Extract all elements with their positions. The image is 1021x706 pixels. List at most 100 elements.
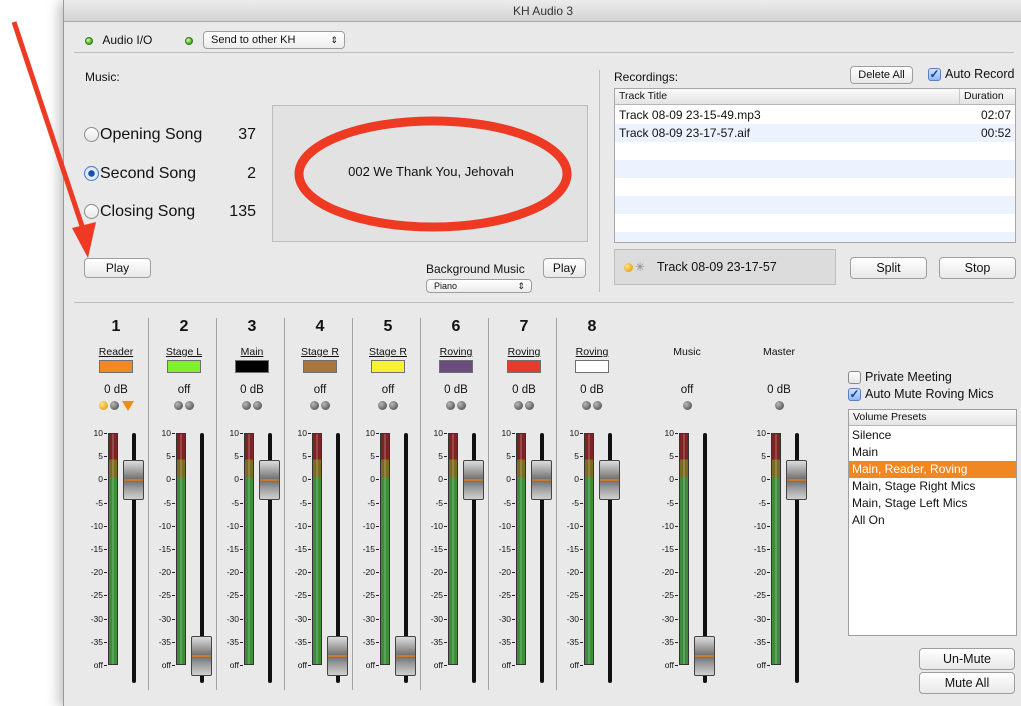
fader-knob[interactable] xyxy=(123,460,144,500)
scale-tick-label: 0 xyxy=(669,474,674,485)
channel-color-swatch[interactable] xyxy=(303,360,337,373)
table-row[interactable]: Track 08-09 23-15-49.mp3 02:07 xyxy=(615,106,1015,124)
level-meter xyxy=(312,433,322,665)
send-select-value: Send to other KH xyxy=(211,34,296,46)
preset-item-selected[interactable]: Main, Reader, Roving xyxy=(849,461,1016,478)
private-meeting-label: Private Meeting xyxy=(865,370,952,384)
delete-all-button[interactable]: Delete All xyxy=(850,66,913,84)
scale-tick-label: 5 xyxy=(669,451,674,462)
scale-tick-label: -30 xyxy=(753,613,766,624)
channel-color-swatch[interactable] xyxy=(507,360,541,373)
fader-knob[interactable] xyxy=(191,636,212,676)
send-to-other-select[interactable]: Send to other KH ⇕ xyxy=(203,31,345,49)
preset-item[interactable]: Silence xyxy=(849,427,1016,444)
scale-tick-label: -30 xyxy=(226,613,239,624)
scale-tick-label: -20 xyxy=(430,567,443,578)
auto-record-checkbox[interactable]: ✓ xyxy=(928,68,941,81)
channel-strip-1: 1 Reader 0 dB 10 5 0 -5 -10 -15 -20 -25 -30 -35 off xyxy=(83,318,149,690)
scale-tick-label: 5 xyxy=(506,451,511,462)
scale-tick-label: -30 xyxy=(430,613,443,624)
fader-knob[interactable] xyxy=(463,460,484,500)
private-meeting-checkbox[interactable] xyxy=(848,371,861,384)
scale-tick-label: -20 xyxy=(362,567,375,578)
level-meter xyxy=(380,433,390,665)
scale-tick-label: -5 xyxy=(666,497,674,508)
current-recording-panel: ✳ Track 08-09 23-17-57 xyxy=(614,249,836,285)
scale-tick-label: -15 xyxy=(566,544,579,554)
channel-color-swatch[interactable] xyxy=(99,360,133,373)
background-music-select[interactable]: Piano ⇕ xyxy=(426,279,532,293)
channel-strip-4: 4 Stage R off 10 5 0 -5 -10 -15 -20 -25 -30 -35 off xyxy=(287,318,353,690)
channel-color-swatch[interactable] xyxy=(167,360,201,373)
scale-tick-label: -5 xyxy=(571,497,579,508)
scale-tick-label: 0 xyxy=(234,474,239,485)
scale-tick-label: off xyxy=(365,660,375,670)
recordings-table[interactable]: Track Title Duration Track 08-09 23-15-4… xyxy=(614,88,1016,243)
channel-indicators xyxy=(746,400,812,411)
fader-knob[interactable] xyxy=(531,460,552,500)
fader-knob[interactable] xyxy=(599,460,620,500)
scale-tick-label: 0 xyxy=(370,474,375,485)
level-meter xyxy=(108,433,118,665)
auto-mute-checkbox[interactable]: ✓ xyxy=(848,388,861,401)
track-title: Track 08-09 23-17-57.aif xyxy=(619,126,750,140)
preset-item[interactable]: Main, Stage Right Mics xyxy=(849,478,1016,495)
scale-tick-label: -10 xyxy=(158,520,171,531)
scale-tick-label: 0 xyxy=(302,474,307,485)
preset-item[interactable]: Main, Stage Left Mics xyxy=(849,495,1016,512)
split-button[interactable]: Split xyxy=(850,257,927,279)
fader-knob[interactable] xyxy=(786,460,807,500)
channel-name: Roving xyxy=(507,346,541,358)
scale-tick-label: 5 xyxy=(370,451,375,462)
channel-color-swatch[interactable] xyxy=(575,360,609,373)
fader-knob[interactable] xyxy=(694,636,715,676)
channel-color-swatch[interactable] xyxy=(371,360,405,373)
signal-led-icon xyxy=(321,401,330,411)
current-track-label: Track 08-09 23-17-57 xyxy=(657,260,777,274)
column-header-duration[interactable]: Duration xyxy=(960,89,1015,105)
signal-led-icon xyxy=(774,401,784,411)
scale-tick-label: -10 xyxy=(90,520,103,531)
volume-presets-list[interactable]: Volume Presets Silence Main Main, Reader… xyxy=(848,409,1017,636)
scale-tick-label: -15 xyxy=(158,544,171,554)
db-scale: 10 5 0 -5 -10 -15 -20 -25 -30 -35 off xyxy=(559,429,583,673)
channel-name: Reader xyxy=(98,346,134,358)
stop-button[interactable]: Stop xyxy=(939,257,1016,279)
level-meter xyxy=(448,433,458,665)
level-meter xyxy=(176,433,186,665)
scale-tick-label: -20 xyxy=(226,567,239,578)
fader-knob[interactable] xyxy=(327,636,348,676)
channel-color-swatch[interactable] xyxy=(439,360,473,373)
fader-knob[interactable] xyxy=(395,636,416,676)
db-scale: 10 5 0 -5 -10 -15 -20 -25 -30 -35 off xyxy=(219,429,243,673)
auto-mute-label: Auto Mute Roving Mics xyxy=(865,387,994,401)
mute-led-icon xyxy=(110,401,119,411)
chevron-updown-icon: ⇕ xyxy=(517,281,525,291)
level-meter xyxy=(584,433,594,665)
scale-tick-label: 10 xyxy=(756,428,766,438)
scale-tick-label: -15 xyxy=(226,544,239,554)
scale-tick-label: -10 xyxy=(294,520,307,531)
mute-all-button[interactable]: Mute All xyxy=(919,672,1015,694)
background-music-label: Background Music xyxy=(426,262,525,276)
unmute-button[interactable]: Un-Mute xyxy=(919,648,1015,670)
preset-item[interactable]: All On xyxy=(849,512,1016,529)
scale-tick-label: off xyxy=(756,660,766,670)
scale-tick-label: 0 xyxy=(506,474,511,485)
scale-tick-label: -35 xyxy=(362,636,375,647)
scale-tick-label: off xyxy=(433,660,443,670)
column-header-title[interactable]: Track Title xyxy=(615,89,960,105)
table-row[interactable]: Track 08-09 23-17-57.aif 00:52 xyxy=(615,124,1015,142)
recordings-label: Recordings: xyxy=(614,70,679,84)
preset-item[interactable]: Main xyxy=(849,444,1016,461)
channel-level: 0 dB xyxy=(240,384,264,396)
scale-tick-label: -25 xyxy=(158,590,171,601)
fader-knob[interactable] xyxy=(259,460,280,500)
channel-name: Main xyxy=(240,346,264,358)
scale-tick-label: -35 xyxy=(566,636,579,647)
scale-tick-label: 0 xyxy=(574,474,579,485)
scale-tick-label: 10 xyxy=(501,428,511,438)
channel-color-swatch[interactable] xyxy=(235,360,269,373)
background-play-button[interactable]: Play xyxy=(543,258,586,278)
scale-tick-label: -35 xyxy=(498,636,511,647)
